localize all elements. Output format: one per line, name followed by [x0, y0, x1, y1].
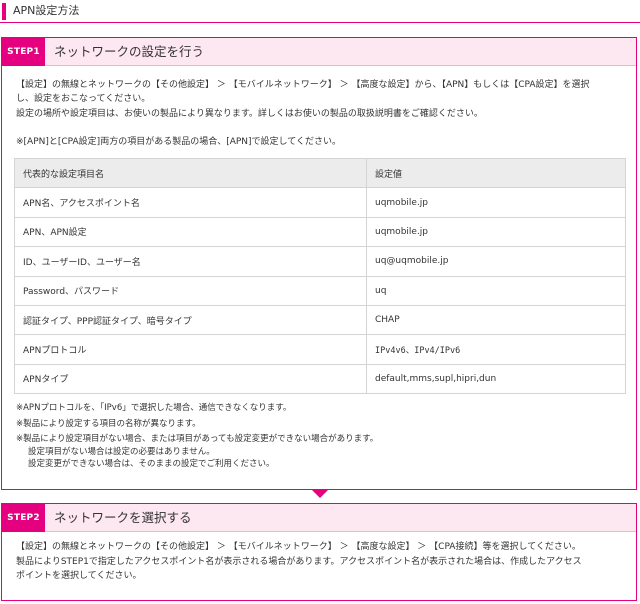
setting-value-cell: default,mms,supl,hipri,dun: [366, 363, 626, 395]
page-header: APN設定方法: [0, 0, 640, 24]
note-item: ※製品により設定する項目の名称が異なります。: [16, 418, 201, 429]
step2-desc-line: 【設定】の無線とネットワークの【その他設定】 ＞ 【モバイルネットワーク】 ＞ …: [16, 542, 581, 552]
note-item: 設定変更ができない場合は、そのままの設定でご利用ください。: [28, 459, 275, 469]
step1-badge: STEP1: [2, 38, 45, 66]
setting-value-cell: uq: [366, 275, 626, 306]
setting-name-cell: Password、パスワード: [14, 275, 367, 306]
table-row: Password、パスワード uq: [14, 275, 626, 306]
column-header-item-name: 代表的な設定項目名: [14, 157, 367, 189]
setting-value-cell: uq@uqmobile.jp: [366, 246, 626, 277]
table-row: APNプロトコル IPv4v6、IPv4/IPv6: [14, 334, 626, 365]
note-item: 設定項目がない場合は設定の必要はありません。: [28, 446, 215, 457]
page-title: APN設定方法: [13, 4, 80, 17]
step2-header: STEP2 ネットワークを選択する: [2, 504, 636, 532]
table-row: 認証タイプ、PPP認証タイプ、暗号タイプ CHAP: [14, 304, 626, 336]
header-divider: [0, 22, 640, 23]
setting-name-cell: 認証タイプ、PPP認証タイプ、暗号タイプ: [14, 304, 367, 336]
step1-desc-line: し、設定をおこなってください。: [16, 94, 151, 104]
setting-name-cell: APN名、アクセスポイント名: [14, 187, 367, 218]
step1-apn-note: ※[APN]と[CPA設定]両方の項目がある製品の場合、[APN]で設定してくだ…: [16, 137, 341, 147]
table-row: APN名、アクセスポイント名 uqmobile.jp: [14, 187, 626, 218]
column-header-value: 設定値: [366, 157, 626, 189]
step2-desc-line: ポイントを選択してください。: [16, 571, 142, 581]
step1-desc-line: 【設定】の無線とネットワークの【その他設定】 ＞ 【モバイルネットワーク】 ＞ …: [16, 80, 590, 90]
step2-title: ネットワークを選択する: [54, 510, 192, 525]
step2-desc-line: 製品によりSTEP1で指定したアクセスポイント名が表示される場合があります。アク…: [16, 556, 582, 567]
title-accent-bar: [2, 3, 6, 20]
step1-description: 【設定】の無線とネットワークの【その他設定】 ＞ 【モバイルネットワーク】 ＞ …: [16, 78, 626, 106]
setting-value-cell: CHAP: [366, 304, 626, 336]
setting-value-cell: uqmobile.jp: [366, 187, 626, 218]
step1-description-sub: 設定の場所や設定項目は、お使いの製品により異なります。詳しくはお使いの製品の取扱…: [16, 109, 483, 119]
setting-value-cell: IPv4v6、IPv4/IPv6: [366, 334, 626, 365]
table-row: APN、APN設定 uqmobile.jp: [14, 216, 626, 248]
step1-notes: ※APNプロトコルを、「IPv6」で選択した場合、通信できなくなります。 ※製品…: [16, 402, 626, 471]
step2-section: STEP2 ネットワークを選択する 【設定】の無線とネットワークの【その他設定】…: [1, 503, 637, 601]
note-item: ※APNプロトコルを、「IPv6」で選択した場合、通信できなくなります。: [16, 403, 292, 413]
step1-header: STEP1 ネットワークの設定を行う: [2, 38, 636, 66]
table-header-row: 代表的な設定項目名 設定値: [14, 157, 626, 189]
setting-name-cell: APN、APN設定: [14, 216, 367, 248]
apn-settings-table: 代表的な設定項目名 設定値 APN名、アクセスポイント名 uqmobile.jp…: [14, 157, 626, 395]
step1-section: STEP1 ネットワークの設定を行う 【設定】の無線とネットワークの【その他設定…: [1, 37, 637, 490]
setting-name-cell: APNタイプ: [14, 363, 367, 395]
step1-title: ネットワークの設定を行う: [54, 44, 205, 59]
table-row: APNタイプ default,mms,supl,hipri,dun: [14, 363, 626, 395]
step2-description: 【設定】の無線とネットワークの【その他設定】 ＞ 【モバイルネットワーク】 ＞ …: [16, 540, 626, 584]
step2-badge: STEP2: [2, 504, 45, 532]
setting-name-cell: APNプロトコル: [14, 334, 367, 365]
note-item: ※製品により設定項目がない場合、または項目があっても設定変更ができない場合があり…: [16, 434, 379, 444]
setting-value-cell: uqmobile.jp: [366, 216, 626, 248]
table-row: ID、ユーザーID、ユーザー名 uq@uqmobile.jp: [14, 246, 626, 277]
setting-name-cell: ID、ユーザーID、ユーザー名: [14, 246, 367, 277]
triangle-down-icon: [312, 490, 328, 498]
